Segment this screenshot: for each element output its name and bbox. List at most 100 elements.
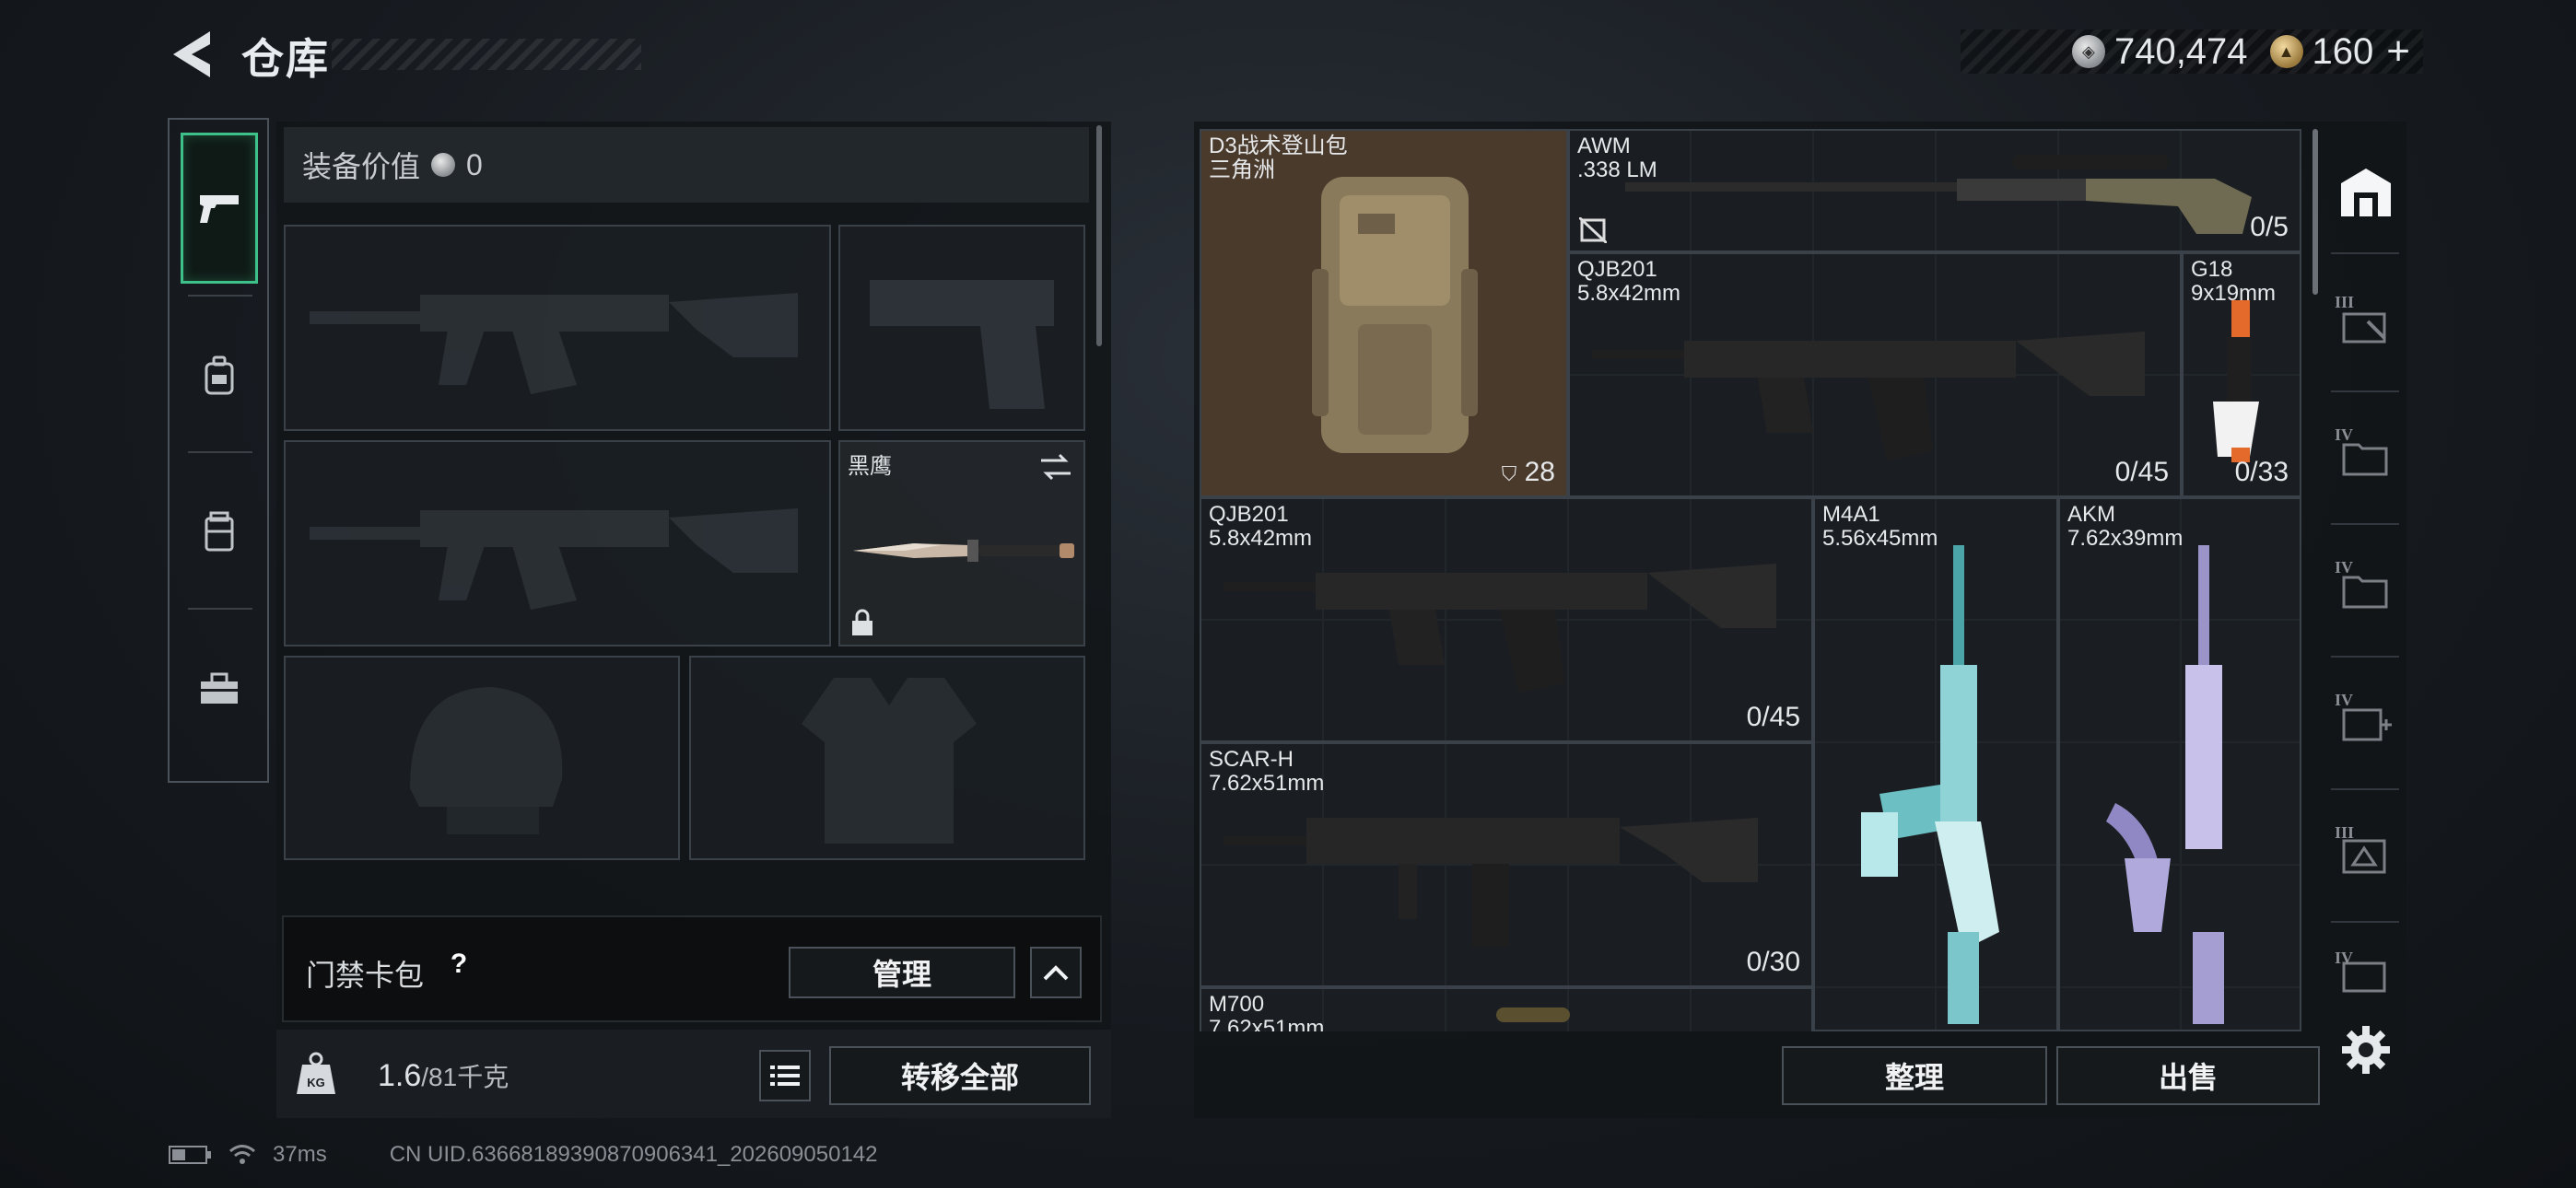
rifle-placeholder-icon	[310, 293, 798, 394]
weight-value: 1.6/81千克	[378, 1057, 509, 1094]
melee-name: 黑鹰	[848, 454, 892, 479]
list-icon	[770, 1066, 800, 1086]
manage-button[interactable]: 管理	[789, 947, 1015, 998]
rail-item-backpack[interactable]	[181, 300, 258, 451]
uid-text: CN UID.6366818939087090634​1_20260905014…	[389, 1142, 878, 1167]
storage-item-backpack[interactable]: D3战术登山包 三角洲 ⛉ 28	[1200, 129, 1568, 497]
storage-tab-4d[interactable]: IV	[2335, 949, 2397, 995]
weight-bar: KG 1.6/81千克 转移全部	[276, 1030, 1111, 1118]
help-button[interactable]: ?	[440, 949, 477, 985]
m4a1-icon	[1861, 545, 1999, 1024]
weight-current: 1.6	[378, 1058, 422, 1093]
capacity-icon: ⛉	[1501, 462, 1517, 485]
item-name: M700 7.62x51mm	[1209, 992, 1325, 1032]
ping-value: 37ms	[273, 1142, 327, 1167]
storage-item-qjb201-mid[interactable]: QJB201 5.8x42mm 0/45	[1200, 497, 1813, 742]
item-count: ⛉ 28	[1501, 457, 1555, 487]
gold-amount: 160	[2312, 30, 2374, 72]
rail-item-weapons[interactable]	[181, 133, 258, 284]
silver-coin-icon	[431, 153, 456, 177]
item-count: 0/5	[2250, 212, 2289, 242]
no-mod-icon	[1579, 217, 1607, 243]
storage-tab-3b[interactable]: III	[2335, 823, 2397, 886]
assault-rifle-icon	[1592, 332, 2145, 460]
equipment-value-label: 装备价值	[302, 150, 421, 183]
storage-tab-4c[interactable]: IV	[2335, 691, 2397, 753]
page-title: 仓库	[241, 35, 330, 83]
storage-scrollbar[interactable]	[2313, 129, 2318, 295]
transfer-all-button[interactable]: 转移全部	[829, 1046, 1091, 1105]
item-count: 0/45	[2114, 457, 2169, 487]
gear-icon	[2342, 1026, 2390, 1074]
storage-item-awm[interactable]: AWM .338 LM 0/5	[1568, 129, 2301, 252]
settings-button[interactable]	[2340, 1024, 2392, 1076]
rail-item-vest[interactable]	[181, 457, 258, 608]
storage-item-qjb201-top[interactable]: QJB201 5.8x42mm 0/45	[1568, 252, 2182, 497]
wifi-icon	[229, 1145, 255, 1164]
swap-icon[interactable]	[1037, 451, 1074, 483]
back-arrow-icon	[173, 31, 210, 77]
assault-rifle-icon	[1224, 564, 1776, 693]
storage-tab-4b[interactable]: IV	[2335, 558, 2397, 621]
storage-item-scar-h[interactable]: SCAR-H 7.62x51mm 0/30	[1200, 742, 1813, 987]
primary-weapon-slot[interactable]	[284, 225, 831, 431]
back-button[interactable]	[168, 28, 216, 81]
akm-icon	[2106, 545, 2224, 1024]
warehouse-icon	[2341, 169, 2391, 216]
backpack-icon	[205, 355, 234, 395]
sort-button[interactable]: 整理	[1782, 1046, 2047, 1105]
sidearm-slot[interactable]	[838, 225, 1085, 431]
status-bar: 37ms CN UID.6366818939087090634​1_202609…	[168, 1136, 878, 1173]
storage-tab-3a[interactable]: III	[2335, 293, 2397, 355]
equipment-scrollbar[interactable]	[1096, 125, 1102, 346]
body-armor-slot[interactable]	[689, 656, 1085, 860]
item-count: 0/33	[2234, 457, 2289, 487]
title-decoration	[332, 39, 641, 70]
lock-icon	[852, 609, 872, 635]
gold-coin-icon: ▲	[2269, 35, 2303, 68]
storage-tab-all[interactable]	[2335, 160, 2397, 223]
sniper-rifle-icon	[1625, 155, 2252, 234]
currency-bar: ◈ 740,474 ▲ 160 +	[1961, 29, 2423, 74]
storage-grid: D3战术登山包 三角洲 ⛉ 28 AWM .338 LM 0/5 QJB201 …	[1200, 129, 2301, 1031]
vest-placeholder-icon	[802, 678, 977, 844]
secondary-weapon-slot[interactable]	[284, 440, 831, 646]
add-currency-button[interactable]: +	[2386, 29, 2410, 75]
equipment-value-header: 装备价值 0	[284, 127, 1089, 203]
helmet-slot[interactable]	[284, 656, 680, 860]
storage-item-akm[interactable]: AKM 7.62x39mm	[2058, 497, 2301, 1031]
rail-item-tools[interactable]	[181, 613, 258, 764]
item-name: AKM 7.62x39mm	[2067, 502, 2184, 551]
scope-icon	[1496, 1007, 1570, 1022]
pistol-icon	[200, 195, 239, 223]
chevron-up-icon	[1043, 965, 1069, 981]
keycard-label: 门禁卡包	[306, 959, 425, 992]
rifle-placeholder-icon	[310, 508, 798, 610]
helmet-placeholder-icon	[410, 687, 563, 834]
storage-item-m700[interactable]: M700 7.62x51mm	[1200, 987, 1813, 1031]
item-count: 0/30	[1746, 947, 1800, 977]
backpack-item-icon	[1312, 177, 1478, 453]
storage-item-m4a1[interactable]: M4A1 5.56x45mm	[1813, 497, 2058, 1031]
sell-button[interactable]: 出售	[2056, 1046, 2320, 1105]
equipment-value: 0	[466, 147, 483, 181]
storage-tab-4a[interactable]: IV	[2335, 425, 2397, 488]
chest-rig-icon	[205, 511, 234, 552]
item-name: G18 9x19mm	[2191, 257, 2277, 306]
battery-icon	[169, 1146, 211, 1164]
pistol-item-icon	[2213, 300, 2259, 462]
knife-icon	[853, 540, 1074, 562]
collapse-button[interactable]	[1030, 947, 1082, 998]
pistol-placeholder-icon	[870, 280, 1054, 409]
storage-item-g18[interactable]: G18 9x19mm 0/33	[2182, 252, 2301, 497]
storage-tabs-rail: III IV IV IV III IV	[2322, 122, 2406, 1042]
weight-max: /81千克	[421, 1063, 509, 1091]
item-count: 0/45	[1746, 702, 1800, 732]
svg-text:KG: KG	[307, 1076, 325, 1089]
item-name: M4A1 5.56x45mm	[1822, 502, 1938, 551]
silver-amount: 740,474	[2113, 30, 2248, 72]
melee-slot[interactable]: 黑鹰	[838, 440, 1085, 646]
silver-coin-icon: ◈	[2071, 35, 2105, 68]
list-view-button[interactable]	[759, 1050, 811, 1101]
category-rail	[168, 118, 269, 783]
